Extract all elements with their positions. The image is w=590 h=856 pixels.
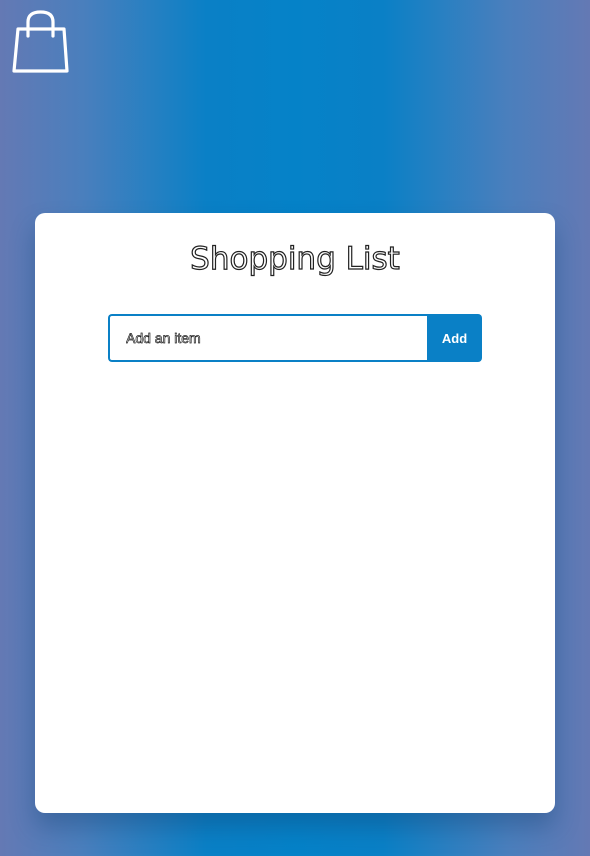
page-title: Shopping List — [190, 240, 401, 277]
add-button[interactable]: Add — [427, 314, 482, 362]
item-input[interactable] — [108, 314, 427, 362]
shopping-bag-icon — [12, 10, 69, 73]
shopping-list-card: Shopping List Add — [35, 213, 555, 813]
add-item-form: Add — [108, 314, 482, 362]
